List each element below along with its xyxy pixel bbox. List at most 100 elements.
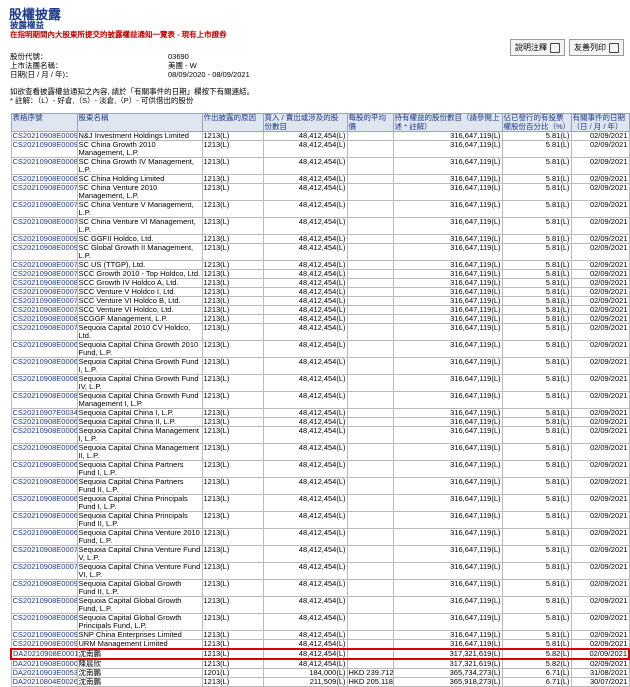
form-link[interactable]: CS20210908E00083 — [10, 391, 78, 409]
event-date-link[interactable]: 02/09/2021 — [570, 305, 630, 315]
event-date-link[interactable]: 02/09/2021 — [570, 296, 630, 306]
event-date-link[interactable]: 02/09/2021 — [570, 648, 630, 660]
event-date-link[interactable]: 02/09/2021 — [570, 494, 630, 512]
form-link[interactable]: CS20210908E00076 — [10, 562, 78, 580]
form-link[interactable]: CS20210908E00086 — [10, 157, 78, 175]
cell-price — [346, 340, 394, 358]
event-date-link[interactable]: 02/09/2021 — [570, 340, 630, 358]
event-date-link[interactable]: 02/09/2021 — [570, 174, 630, 184]
form-link[interactable]: CS20210908E00075 — [10, 296, 78, 306]
explanatory-notes-button[interactable]: 說明注釋 — [510, 39, 565, 56]
event-date-link[interactable]: 02/09/2021 — [570, 391, 630, 409]
table-row: CS20210908E00070 SC China Venture 2010 Ma… — [10, 183, 630, 201]
form-link[interactable]: DA20210908E00012 — [10, 648, 78, 660]
event-date-link[interactable]: 02/09/2021 — [570, 140, 630, 158]
form-link[interactable]: CS20210908E00069 — [10, 528, 78, 546]
form-link[interactable]: CS20210908E00061 — [10, 477, 78, 495]
event-date-link[interactable]: 02/09/2021 — [570, 639, 630, 650]
form-link[interactable]: CS20210908E00090 — [10, 243, 78, 261]
event-date-link[interactable]: 02/09/2021 — [570, 630, 630, 640]
table-body: CS20210908E00096 N&J Investment Holdings … — [10, 131, 630, 687]
event-date-link[interactable]: 02/09/2021 — [570, 269, 630, 279]
form-link[interactable]: CS20210908E00089 — [10, 314, 78, 324]
form-link[interactable]: DA20210908E00008 — [10, 658, 78, 669]
form-link[interactable]: CS20210908E00072 — [10, 545, 78, 563]
form-link[interactable]: CS20210908E00070 — [10, 183, 78, 201]
form-link[interactable]: CS20210908E00074 — [10, 305, 78, 315]
event-date-link[interactable]: 02/09/2021 — [570, 477, 630, 495]
event-date-link[interactable]: 02/09/2021 — [570, 658, 630, 669]
form-link[interactable]: CS20210908E00088 — [10, 613, 78, 631]
event-date-link[interactable]: 02/09/2021 — [570, 408, 630, 418]
event-date-link[interactable]: 02/09/2021 — [570, 460, 630, 478]
event-date-link[interactable]: 02/09/2021 — [570, 374, 630, 392]
event-date-link[interactable]: 02/09/2021 — [570, 314, 630, 324]
event-date-link[interactable]: 02/09/2021 — [570, 200, 630, 218]
form-link[interactable]: CS20210907E00345 — [10, 408, 78, 418]
form-link[interactable]: CS20210908E00066 — [10, 494, 78, 512]
event-date-link[interactable]: 02/09/2021 — [570, 562, 630, 580]
form-link[interactable]: CS20210908E00061 — [10, 340, 78, 358]
form-link[interactable]: CS20210908E00067 — [10, 443, 78, 461]
note-line-2: * 註解：（L）- 好倉,（S）- 淡倉,（P）- 可供借出的股份 — [10, 96, 194, 105]
event-date-link[interactable]: 02/09/2021 — [570, 579, 630, 597]
form-link[interactable]: CS20210908E00087 — [10, 596, 78, 614]
event-date-link[interactable]: 02/09/2021 — [570, 234, 630, 244]
form-link[interactable]: CS20210908E00065 — [10, 460, 78, 478]
table-row: CS20210908E00061 Sequoia Capital China Pa… — [10, 477, 630, 495]
cell-name: SC China Growth 2010 Management, L.P. — [76, 140, 203, 158]
table-row: CS20210908E00093 URM Management Limited 12… — [10, 639, 630, 650]
event-date-link[interactable]: 02/09/2021 — [570, 613, 630, 631]
form-link[interactable]: CS20210908E00071 — [10, 287, 78, 297]
event-date-link[interactable]: 02/09/2021 — [570, 545, 630, 563]
event-date-link[interactable]: 02/09/2021 — [570, 287, 630, 297]
form-link[interactable]: CS20210908E00091 — [10, 234, 78, 244]
table-row: CS20210908E00085 Sequoia Capital China Gr… — [10, 374, 630, 392]
cell-qty: 48,412,454(L) — [262, 340, 348, 358]
form-link[interactable]: CS20210908E00062 — [10, 357, 78, 375]
event-date-link[interactable]: 02/09/2021 — [570, 528, 630, 546]
cell-price — [346, 443, 394, 461]
event-date-link[interactable]: 02/09/2021 — [570, 243, 630, 261]
event-date-link[interactable]: 02/09/2021 — [570, 131, 630, 141]
cell-reason: 1213(L) — [201, 234, 264, 244]
event-date-link[interactable]: 02/09/2021 — [570, 417, 630, 427]
form-link[interactable]: CS20210908E00093 — [10, 639, 78, 650]
event-date-link[interactable]: 02/09/2021 — [570, 183, 630, 201]
event-date-link[interactable]: 02/09/2021 — [570, 323, 630, 341]
event-date-link[interactable]: 02/09/2021 — [570, 596, 630, 614]
event-date-link[interactable]: 31/08/2021 — [570, 668, 630, 678]
cell-held: 365,918,273(L) — [392, 677, 503, 687]
form-link[interactable]: CS20210908E00094 — [10, 630, 78, 640]
form-link[interactable]: DA20210804E00264 — [10, 677, 78, 687]
event-date-link[interactable]: 02/09/2021 — [570, 217, 630, 235]
event-date-link[interactable]: 02/09/2021 — [570, 511, 630, 529]
form-link[interactable]: CS20210908E00065 — [10, 511, 78, 529]
event-date-link[interactable]: 02/09/2021 — [570, 426, 630, 444]
event-date-link[interactable]: 02/09/2021 — [570, 157, 630, 175]
event-date-link[interactable]: 02/09/2021 — [570, 278, 630, 288]
form-link[interactable]: CS20210908E00073 — [10, 200, 78, 218]
form-link[interactable]: CS20210908E00085 — [10, 374, 78, 392]
event-date-link[interactable]: 30/07/2021 — [570, 677, 630, 687]
cell-held: 316,647,119(L) — [392, 494, 503, 512]
column-header: 買入 / 賣出或涉及的股份數目 — [262, 113, 348, 132]
form-link[interactable]: CS20210908E00096 — [10, 131, 78, 141]
event-date-link[interactable]: 02/09/2021 — [570, 357, 630, 375]
form-link[interactable]: CS20210908E00084 — [10, 278, 78, 288]
form-link[interactable]: CS20210908E00080 — [10, 174, 78, 184]
form-link[interactable]: CS20210908E00095 — [10, 140, 78, 158]
cell-pct: 5.81(L) — [501, 157, 572, 175]
form-link[interactable]: CS20210908E00079 — [10, 260, 78, 270]
form-link[interactable]: CS20210908E00064 — [10, 417, 78, 427]
cell-price — [346, 613, 394, 631]
event-date-link[interactable]: 02/09/2021 — [570, 443, 630, 461]
form-link[interactable]: CS20210908E00074 — [10, 217, 78, 235]
form-link[interactable]: CS20210908E00078 — [10, 269, 78, 279]
printer-friendly-button[interactable]: 友善列印 — [569, 39, 624, 56]
form-link[interactable]: CS20210908E00063 — [10, 426, 78, 444]
form-link[interactable]: CS20210908E00072 — [10, 323, 78, 341]
event-date-link[interactable]: 02/09/2021 — [570, 260, 630, 270]
form-link[interactable]: CS20210908E00092 — [10, 579, 78, 597]
form-link[interactable]: DA20210903E00530 — [10, 668, 78, 678]
